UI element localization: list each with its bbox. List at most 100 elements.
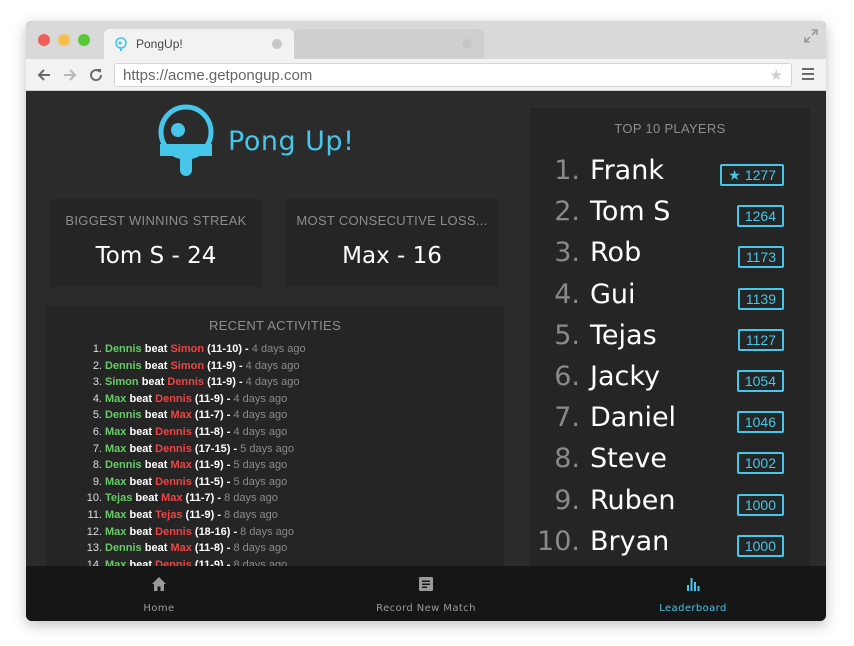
activity-number: 7. (92, 442, 102, 455)
browser-tab-active[interactable]: PongUp! (104, 29, 294, 59)
player-score: 1000 (744, 537, 776, 554)
activity-separator: - (233, 525, 238, 538)
leaderboard-row[interactable]: 2. Tom S 1264 (530, 193, 810, 233)
leaderboard-row[interactable]: 8. Steve 1002 (530, 440, 810, 480)
leaderboard-row[interactable]: 3. Rob 1173 (530, 234, 810, 274)
activity-verb: beat (144, 343, 168, 355)
player-score: 1046 (744, 414, 776, 431)
tab-close-icon[interactable] (272, 39, 282, 49)
activity-separator: - (226, 409, 231, 422)
activity-separator: - (226, 459, 231, 472)
browser-menu-icon[interactable] (802, 68, 814, 80)
activity-item: 14. Max beat Dennis (11-9) - 8 days ago (80, 559, 306, 566)
player-score: 1054 (744, 373, 776, 389)
player-rank: 8. (554, 443, 580, 475)
player-score: 1277 (744, 167, 776, 183)
nav-record-match-label: Record New Match (376, 603, 476, 614)
activity-separator: - (226, 542, 231, 555)
activity-separator: - (217, 508, 222, 521)
leaderboard-row[interactable]: 9. Ruben 1000 (530, 482, 810, 522)
leaderboard-row[interactable]: 6. Jacky 1054 (530, 358, 810, 398)
nav-home[interactable]: Home (26, 566, 292, 621)
activity-loser: Dennis (155, 425, 192, 438)
activity-time: 8 days ago (233, 542, 288, 555)
activity-time: 4 days ago (233, 409, 288, 422)
activity-item: 4. Max beat Dennis (11-9) - 4 days ago (80, 393, 306, 410)
activity-score: (11-8) (194, 425, 224, 438)
player-rank: 1. (554, 155, 580, 186)
tab-close-icon[interactable] (462, 39, 472, 49)
activity-loser: Dennis (155, 558, 192, 566)
activity-verb: beat (129, 508, 153, 521)
paddle-logo-icon (158, 104, 214, 176)
activity-score: (11-9) (207, 376, 236, 389)
activity-winner: Max (105, 442, 127, 455)
activity-winner: Dennis (105, 409, 142, 422)
activity-time: 5 days ago (233, 459, 288, 472)
activity-number: 11. (87, 508, 102, 521)
leaderboard-row[interactable]: 7. Daniel 1046 (530, 399, 810, 439)
nav-record-match[interactable]: Record New Match (293, 566, 559, 621)
activity-loser: Simon (170, 359, 205, 372)
fullscreen-icon[interactable] (804, 29, 818, 43)
activity-score: (11-9) (194, 392, 224, 405)
player-rank: 3. (554, 237, 580, 269)
player-name: Daniel (590, 402, 677, 434)
player-rank: 4. (554, 278, 580, 310)
activity-score: (11-9) (194, 459, 224, 472)
activity-loser: Dennis (155, 392, 192, 405)
leaderboard-row[interactable]: 5. Tejas 1127 (530, 317, 810, 357)
activity-number: 14. (86, 558, 102, 566)
pongup-logo: Pong Up! (156, 102, 396, 182)
player-score: 1002 (744, 455, 776, 472)
reload-icon[interactable] (88, 67, 104, 83)
browser-tab-new[interactable] (294, 29, 484, 59)
player-rank: 5. (554, 319, 580, 351)
leaderboard-row[interactable]: 1. Frank ★ 1277 (530, 152, 810, 192)
activity-winner: Dennis (105, 459, 142, 472)
activity-loser: Dennis (167, 376, 205, 389)
activity-score: (18-16) (194, 525, 231, 538)
back-arrow-icon[interactable] (36, 67, 52, 83)
activity-score: (11-5) (194, 475, 224, 488)
forward-arrow-icon[interactable] (62, 67, 78, 83)
nav-leaderboard-label: Leaderboard (659, 603, 727, 614)
home-icon (152, 577, 166, 591)
activity-verb: beat (129, 442, 153, 455)
activity-separator: - (245, 343, 249, 355)
activity-separator: - (226, 475, 231, 488)
activity-loser: Max (170, 542, 192, 555)
browser-toolbar: https://acme.getpongup.com ★ (26, 59, 826, 91)
maximize-window-button[interactable] (78, 34, 90, 46)
player-rank: 9. (554, 484, 580, 516)
minimize-window-button[interactable] (58, 34, 70, 46)
activity-separator: - (233, 442, 238, 455)
address-bar[interactable]: https://acme.getpongup.com ★ (114, 63, 792, 87)
player-score: 1139 (745, 290, 776, 307)
activity-item: 9. Max beat Dennis (11-5) - 5 days ago (80, 476, 306, 493)
close-window-button[interactable] (38, 34, 50, 46)
nav-leaderboard[interactable]: Leaderboard (560, 566, 826, 621)
activity-verb: beat (129, 525, 153, 538)
leaderboard-row[interactable]: 4. Gui 1139 (530, 276, 810, 316)
activity-time: 8 days ago (224, 508, 278, 521)
activity-separator: - (238, 359, 243, 372)
activity-number: 3. (92, 376, 102, 389)
activity-item: 3. Simon beat Dennis (11-9) - 4 days ago (80, 376, 306, 393)
player-name: Tom S (590, 196, 671, 228)
leaderboard-row[interactable]: 10. Bryan 1000 (530, 523, 810, 563)
player-name: Jacky (590, 361, 661, 392)
activity-separator: - (238, 376, 243, 389)
activity-verb: beat (129, 475, 153, 488)
player-score: 1173 (745, 249, 776, 266)
activity-number: 6. (92, 425, 102, 438)
activity-winner: Max (105, 558, 127, 566)
player-rank: 7. (554, 402, 580, 434)
activity-score: (11-10) (207, 343, 242, 355)
activity-number: 9. (92, 475, 102, 488)
player-score-badge: 1264 (736, 205, 784, 228)
player-name: Frank (590, 155, 664, 186)
bookmark-star-icon[interactable]: ★ (770, 68, 783, 83)
activity-loser: Max (170, 409, 192, 422)
bottom-nav: Home Record New Match Leaderboard (26, 566, 826, 621)
